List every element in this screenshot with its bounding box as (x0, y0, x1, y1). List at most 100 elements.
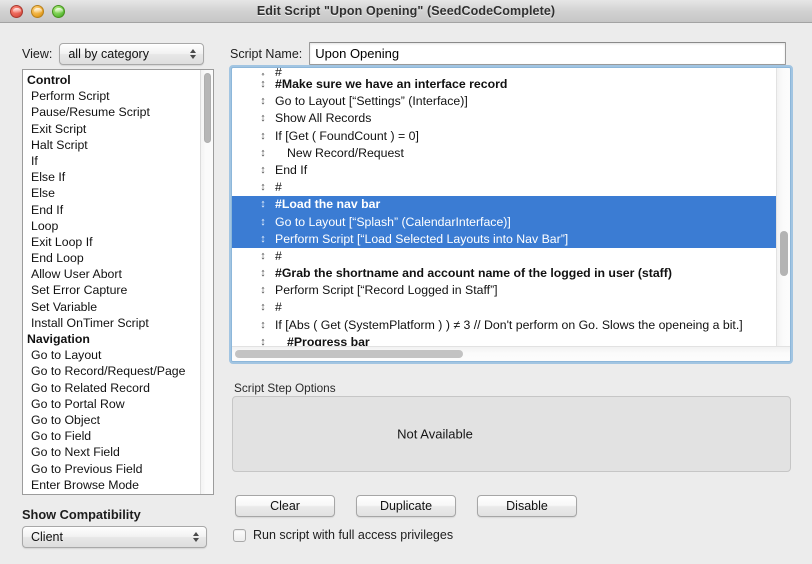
step-list-item[interactable]: Allow User Abort (23, 266, 199, 282)
drag-handle-icon[interactable]: ↕ (257, 145, 269, 162)
script-step-row[interactable]: ↕ Go to Layout [“Settings” (Interface)] (232, 93, 776, 110)
script-step-row[interactable]: ↕ #Progress bar (232, 334, 776, 346)
clear-button[interactable]: Clear (235, 495, 335, 517)
script-step-options-label: Script Step Options (234, 381, 336, 395)
step-list-item[interactable]: Go to Layout (23, 347, 199, 363)
drag-handle-icon[interactable]: ↕ (257, 76, 269, 93)
view-dropdown[interactable]: all by category (59, 43, 205, 65)
step-list-item[interactable]: Go to Object (23, 412, 199, 428)
script-editor-horizontal-scrollbar-thumb[interactable] (235, 350, 463, 358)
full-access-row[interactable]: Run script with full access privileges (233, 528, 453, 542)
show-compatibility-dropdown[interactable]: Client (22, 526, 207, 548)
step-list-item[interactable]: Else If (23, 169, 199, 185)
script-steps-list: Control Perform Script Pause/Resume Script… (23, 72, 199, 495)
step-list-item[interactable]: Go to Record/Request/Page (23, 363, 199, 379)
step-list-item[interactable]: If (23, 153, 199, 169)
script-step-text: Show All Records (275, 111, 372, 126)
script-step-row[interactable]: ↕ # (232, 179, 776, 196)
script-step-text: If [Abs ( Get (SystemPlatform ) ) ≠ 3 //… (275, 317, 743, 332)
script-step-row[interactable]: ↕ # (232, 299, 776, 316)
script-step-text: Go to Layout [“Settings” (Interface)] (275, 94, 468, 109)
step-list-item[interactable]: Exit Loop If (23, 234, 199, 250)
edit-script-window: Edit Script "Upon Opening" (SeedCodeComp… (0, 0, 812, 564)
script-step-row[interactable]: ↕ #Make sure we have an interface record (232, 76, 776, 93)
script-step-row[interactable]: ↕ If [Abs ( Get (SystemPlatform ) ) ≠ 3 /… (232, 317, 776, 334)
step-list-item[interactable]: Enter Browse Mode (23, 477, 199, 493)
step-list-item[interactable]: Exit Script (23, 121, 199, 137)
step-list-item[interactable]: End Loop (23, 250, 199, 266)
step-list-item[interactable]: Perform Script (23, 88, 199, 104)
step-list-item[interactable]: End If (23, 202, 199, 218)
step-list-item[interactable]: Set Variable (23, 299, 199, 315)
script-editor-panel[interactable]: ↕ # ↕ #Make sure we have an interface recor… (229, 65, 793, 364)
step-list-item[interactable]: Halt Script (23, 137, 199, 153)
step-list-item[interactable]: Go to Next Field (23, 444, 199, 460)
drag-handle-icon[interactable]: ↕ (257, 248, 269, 265)
script-editor-vertical-scrollbar[interactable] (776, 68, 790, 346)
script-step-options-box: Not Available (232, 396, 791, 472)
script-step-text: If [Get ( FoundCount ) = 0] (275, 128, 419, 143)
step-list-item[interactable]: Install OnTimer Script (23, 315, 199, 331)
drag-handle-icon[interactable]: ↕ (257, 231, 269, 248)
chevron-updown-icon (193, 532, 199, 542)
script-step-rows: ↕ # ↕ #Make sure we have an interface recor… (232, 68, 776, 346)
step-list-item[interactable]: Go to Previous Field (23, 461, 199, 477)
script-step-row[interactable]: ↕ Go to Layout [“Splash” (CalendarInterfa… (232, 213, 776, 231)
script-name-label: Script Name: (230, 46, 303, 61)
step-list-item[interactable]: Go to Related Record (23, 380, 199, 396)
script-step-row[interactable]: ↕ If [Get ( FoundCount ) = 0] (232, 128, 776, 145)
full-access-checkbox[interactable] (233, 528, 246, 542)
drag-handle-icon[interactable]: ↕ (257, 128, 269, 145)
script-steps-scrollbar-thumb[interactable] (204, 73, 211, 143)
script-step-row[interactable]: ↕ # (232, 68, 776, 76)
script-step-row[interactable]: ↕ #Grab the shortname and account name of… (232, 265, 776, 282)
step-list-item[interactable]: Enter Find Mode (23, 493, 199, 495)
script-step-row[interactable]: ↕ #Load the nav bar (232, 196, 776, 214)
script-step-row[interactable]: ↕ Show All Records (232, 110, 776, 127)
script-editor-vertical-scrollbar-thumb[interactable] (780, 231, 788, 276)
script-step-row[interactable]: ↕ End If (232, 162, 776, 179)
drag-handle-icon[interactable]: ↕ (257, 110, 269, 127)
view-dropdown-value: all by category (68, 47, 149, 61)
script-step-text: # (275, 300, 282, 315)
drag-handle-icon[interactable]: ↕ (257, 68, 269, 76)
step-list-item[interactable]: Loop (23, 218, 199, 234)
step-list-item[interactable]: Pause/Resume Script (23, 104, 199, 120)
drag-handle-icon[interactable]: ↕ (257, 214, 269, 231)
drag-handle-icon[interactable]: ↕ (257, 282, 269, 299)
script-step-row[interactable]: ↕ Perform Script [“Load Selected Layouts … (232, 230, 776, 248)
step-list-item[interactable]: Set Error Capture (23, 282, 199, 298)
script-step-text: # (275, 248, 282, 263)
drag-handle-icon[interactable]: ↕ (257, 179, 269, 196)
step-category-header: Control (27, 73, 71, 87)
script-steps-scrollbar[interactable] (200, 70, 213, 494)
drag-handle-icon[interactable]: ↕ (257, 299, 269, 316)
disable-button[interactable]: Disable (477, 495, 577, 517)
step-list-item[interactable]: Else (23, 185, 199, 201)
script-step-text: #Make sure we have an interface record (275, 77, 508, 91)
drag-handle-icon[interactable]: ↕ (257, 162, 269, 179)
script-name-input[interactable] (309, 42, 787, 65)
drag-handle-icon[interactable]: ↕ (257, 317, 269, 334)
step-category-header: Navigation (27, 332, 90, 346)
drag-handle-icon[interactable]: ↕ (257, 334, 269, 346)
action-button-row: Clear Duplicate Disable (235, 495, 577, 517)
script-steps-panel[interactable]: Control Perform Script Pause/Resume Script… (22, 69, 214, 495)
script-step-text: Perform Script [“Record Logged in Staff”… (275, 283, 498, 298)
drag-handle-icon[interactable]: ↕ (257, 265, 269, 282)
script-step-row[interactable]: ↕ # (232, 248, 776, 265)
step-list-item[interactable]: Go to Field (23, 428, 199, 444)
script-step-row[interactable]: ↕ New Record/Request (232, 145, 776, 162)
script-step-text: New Record/Request (287, 145, 404, 160)
duplicate-button[interactable]: Duplicate (356, 495, 456, 517)
drag-handle-icon[interactable]: ↕ (257, 196, 269, 213)
script-step-text: #Load the nav bar (275, 197, 381, 212)
script-editor-horizontal-scrollbar[interactable] (232, 346, 790, 361)
script-step-text: #Progress bar (287, 334, 370, 346)
drag-handle-icon[interactable]: ↕ (257, 93, 269, 110)
script-step-row[interactable]: ↕ Perform Script [“Record Logged in Staff… (232, 282, 776, 299)
view-label: View: (22, 47, 53, 61)
window-titlebar: Edit Script "Upon Opening" (SeedCodeComp… (0, 0, 812, 23)
step-list-item[interactable]: Go to Portal Row (23, 396, 199, 412)
script-step-text: End If (275, 162, 308, 177)
